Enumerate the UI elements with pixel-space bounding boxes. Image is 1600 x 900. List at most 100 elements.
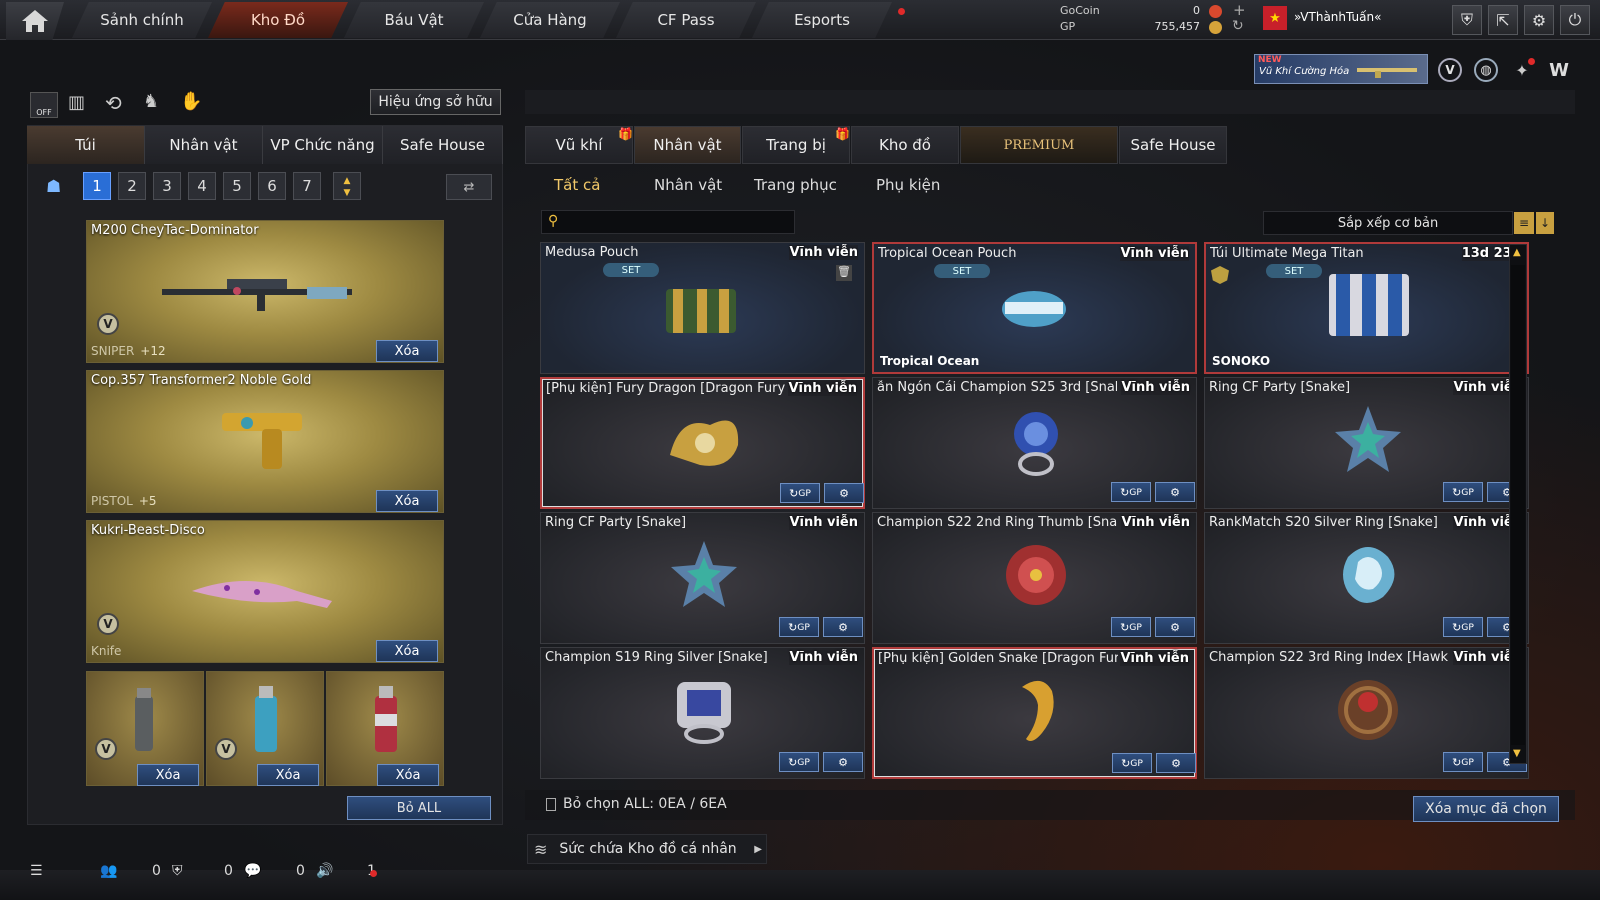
gp-convert-button[interactable]: ↻ GP — [1111, 617, 1151, 637]
smoke-card[interactable]: Xóa — [326, 671, 444, 786]
capacity-panel[interactable]: ≋ Sức chứa Kho đồ cá nhân ▶ — [527, 834, 767, 864]
subtab-character[interactable]: Nhân vật — [654, 170, 722, 200]
item-card[interactable]: Medusa Pouch Vĩnh viễn SET 🗑 — [540, 242, 865, 374]
right-tab-storage[interactable]: Kho đồ — [851, 126, 959, 164]
chat-icon[interactable]: 💬 — [244, 856, 261, 886]
delete-button[interactable]: Xóa — [376, 340, 438, 362]
page-2[interactable]: 2 — [118, 172, 146, 200]
delete-selected-button[interactable]: Xóa mục đã chọn — [1413, 796, 1559, 822]
character-icon[interactable]: ♞ — [143, 91, 159, 112]
w-logo-icon[interactable]: W — [1546, 58, 1572, 82]
list-view-icon[interactable]: ≡ — [1514, 212, 1534, 234]
right-tab-weapons[interactable]: Vũ khí — [525, 126, 633, 164]
left-tab-safe-house[interactable]: Safe House — [383, 126, 503, 164]
item-card-selected[interactable]: [Phụ kiện] Golden Snake [Dragon Fury] Vĩ… — [872, 647, 1197, 779]
nav-tab-esports[interactable]: Esports — [752, 2, 892, 38]
item-card-selected[interactable]: Túi Ultimate Mega Titan 13d 23h SET SONO… — [1204, 242, 1529, 374]
page-4[interactable]: 4 — [188, 172, 216, 200]
item-card[interactable]: Ring CF Party [Snake] Vĩnh viễn ↻ GP ⚙ — [540, 512, 865, 644]
delete-button[interactable]: Xóa — [137, 764, 199, 786]
item-card[interactable]: Champion S22 3rd Ring Index [Hawk] Vĩnh … — [1204, 647, 1529, 779]
item-settings-button[interactable]: ⚙ — [823, 752, 863, 772]
item-settings-button[interactable]: ⚙ — [1155, 617, 1195, 637]
nav-tab-cf-pass[interactable]: CF Pass — [616, 2, 756, 38]
add-currency-icon[interactable]: + — [1233, 1, 1246, 19]
page-up-down-icon[interactable]: ▲ ▼ — [333, 172, 361, 200]
promo-banner[interactable]: NEW Vũ Khí Cường Hóa — [1254, 54, 1428, 84]
speaker-icon[interactable]: 🔊 — [316, 856, 333, 886]
gp-convert-button[interactable]: ↻ GP — [1112, 753, 1152, 773]
page-7[interactable]: 7 — [293, 172, 321, 200]
visibility-toggle[interactable]: OFF — [30, 92, 58, 118]
gp-convert-button[interactable]: ↻ GP — [779, 752, 819, 772]
scroll-up-icon[interactable]: ▲ — [1513, 247, 1521, 258]
nav-tab-shop[interactable]: Cửa Hàng — [480, 2, 620, 38]
weapon-card-sniper[interactable]: M200 CheyTac-Dominator V SNIPER +12 Xóa — [86, 220, 444, 363]
item-card[interactable]: Champion S22 2nd Ring Thumb [Snake] Vĩnh… — [872, 512, 1197, 644]
search-input[interactable] — [568, 213, 788, 231]
deselect-all-button[interactable]: Bỏ ALL — [347, 796, 491, 820]
left-tab-bag[interactable]: Túi — [27, 126, 145, 164]
left-tab-character[interactable]: Nhân vật — [145, 126, 263, 164]
sort-dropdown[interactable]: Sắp xếp cơ bản — [1263, 211, 1513, 235]
item-settings-button[interactable]: ⚙ — [824, 483, 864, 503]
delete-button[interactable]: Xóa — [257, 764, 319, 786]
globe-icon[interactable]: ◍ — [1474, 58, 1498, 82]
right-tab-premium[interactable]: PREMIUM — [960, 126, 1118, 164]
weapon-card-knife[interactable]: Kukri-Beast-Disco V Knife Xóa — [86, 520, 444, 663]
gp-convert-button[interactable]: ↻ GP — [1443, 752, 1483, 772]
shield-button[interactable]: ⛨ — [1452, 5, 1482, 35]
stats-icon[interactable]: ▥ — [68, 92, 85, 113]
subtab-accessory[interactable]: Phụ kiện — [876, 170, 940, 200]
glove-icon[interactable]: ✋ — [180, 91, 202, 112]
gp-convert-button[interactable]: ↻ GP — [779, 617, 819, 637]
page-6[interactable]: 6 — [258, 172, 286, 200]
power-button[interactable]: ⏻ — [1560, 5, 1590, 35]
grenade-card[interactable]: V Xóa — [86, 671, 204, 786]
page-3[interactable]: 3 — [153, 172, 181, 200]
gp-convert-button[interactable]: ↻ GP — [1443, 617, 1483, 637]
exit-room-button[interactable]: ⇱ — [1488, 5, 1518, 35]
delete-button[interactable]: Xóa — [376, 640, 438, 662]
history-icon[interactable]: ⟲ — [105, 91, 122, 115]
clan-shield-icon[interactable]: ⛨ — [172, 856, 183, 886]
scroll-down-icon[interactable]: ▼ — [1513, 748, 1521, 759]
item-scrollbar[interactable]: ▲ ▼ — [1509, 244, 1527, 764]
nav-tab-lobby[interactable]: Sảnh chính — [72, 2, 212, 38]
gp-convert-button[interactable]: ↻ GP — [1111, 482, 1151, 502]
refresh-icon[interactable]: ↻ — [1232, 18, 1244, 34]
gp-convert-button[interactable]: ↻ GP — [780, 483, 820, 503]
left-tab-vp-function[interactable]: VP Chức năng — [263, 126, 383, 164]
delete-button[interactable]: Xóa — [376, 490, 438, 512]
delete-button[interactable]: Xóa — [377, 764, 439, 786]
search-box[interactable]: ⚲ — [541, 210, 795, 234]
owned-effect-button[interactable]: Hiệu ứng sở hữu — [370, 89, 501, 115]
menu-list-icon[interactable]: ☰ — [30, 856, 43, 886]
trash-icon[interactable]: 🗑 — [836, 265, 852, 281]
item-settings-button[interactable]: ⚙ — [1156, 753, 1196, 773]
item-card-selected[interactable]: [Phụ kiện] Fury Dragon [Dragon Fury] Vĩn… — [540, 377, 865, 509]
right-tab-equipment[interactable]: Trang bị — [742, 126, 850, 164]
settings-button[interactable]: ⚙ — [1524, 5, 1554, 35]
right-tab-safe-house[interactable]: Safe House — [1119, 126, 1227, 164]
item-settings-button[interactable]: ⚙ — [1155, 482, 1195, 502]
nav-tab-treasure[interactable]: Báu Vật — [344, 2, 484, 38]
item-card[interactable]: Ring CF Party [Snake] Vĩnh viễn ↻ GP ⚙ — [1204, 377, 1529, 509]
vip-badge-icon[interactable]: V — [1438, 58, 1462, 82]
transfer-icon[interactable]: ⇄ — [446, 174, 492, 200]
item-card[interactable]: ẫn Ngón Cái Champion S25 3rd [Snake] Vĩn… — [872, 377, 1197, 509]
subtab-all[interactable]: Tất cả — [554, 170, 600, 200]
flashbang-card[interactable]: V Xóa — [206, 671, 324, 786]
gp-convert-button[interactable]: ↻ GP — [1443, 482, 1483, 502]
friends-icon[interactable]: 👥 — [100, 856, 117, 886]
page-5[interactable]: 5 — [223, 172, 251, 200]
item-card[interactable]: RankMatch S20 Silver Ring [Snake] Vĩnh v… — [1204, 512, 1529, 644]
nav-tab-inventory[interactable]: Kho Đồ — [208, 2, 348, 38]
page-1[interactable]: 1 — [83, 172, 111, 200]
weapon-card-pistol[interactable]: Cop.357 Transformer2 Noble Gold PISTOL +5… — [86, 370, 444, 513]
item-settings-button[interactable]: ⚙ — [823, 617, 863, 637]
subtab-costume[interactable]: Trang phục — [754, 170, 837, 200]
right-tab-character[interactable]: Nhân vật — [634, 126, 741, 164]
username[interactable]: »VThànhTuấn« — [1294, 10, 1381, 24]
item-card-selected[interactable]: Tropical Ocean Pouch Vĩnh viễn SET Tropi… — [872, 242, 1197, 374]
